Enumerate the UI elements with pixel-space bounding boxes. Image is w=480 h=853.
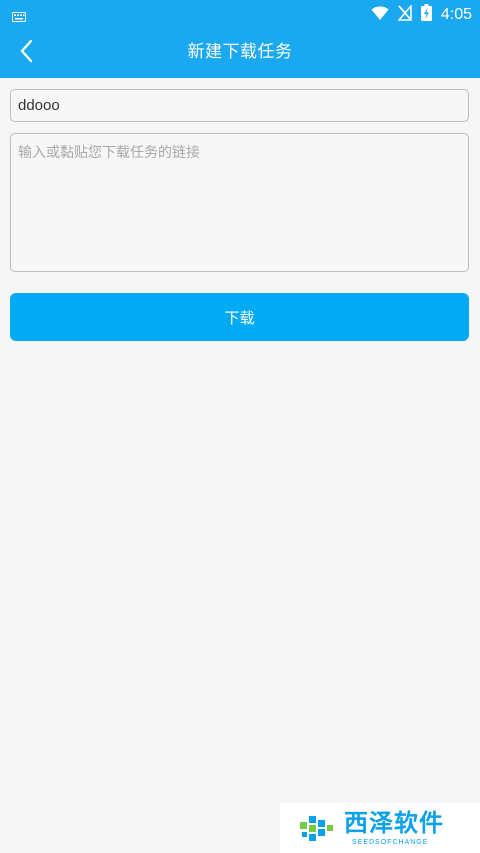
download-button[interactable]: 下载 bbox=[10, 293, 469, 341]
watermark-text: 西泽软件 bbox=[344, 809, 444, 837]
app-bar: 新建下载任务 bbox=[0, 26, 480, 78]
status-bar: 4:05 bbox=[0, 0, 480, 26]
status-time: 4:05 bbox=[440, 5, 472, 23]
download-link-input[interactable] bbox=[10, 133, 469, 272]
no-signal-icon bbox=[397, 3, 412, 25]
watermark: 西泽软件 SEEDSOFCHANGE bbox=[280, 803, 480, 853]
battery-charging-icon bbox=[420, 4, 432, 25]
keyboard-icon bbox=[12, 7, 26, 26]
wifi-icon bbox=[371, 5, 389, 25]
watermark-subtext: SEEDSOFCHANGE bbox=[352, 839, 429, 846]
task-name-input[interactable] bbox=[10, 89, 469, 122]
watermark-logo-icon bbox=[298, 810, 338, 852]
page-title: 新建下载任务 bbox=[187, 42, 293, 62]
